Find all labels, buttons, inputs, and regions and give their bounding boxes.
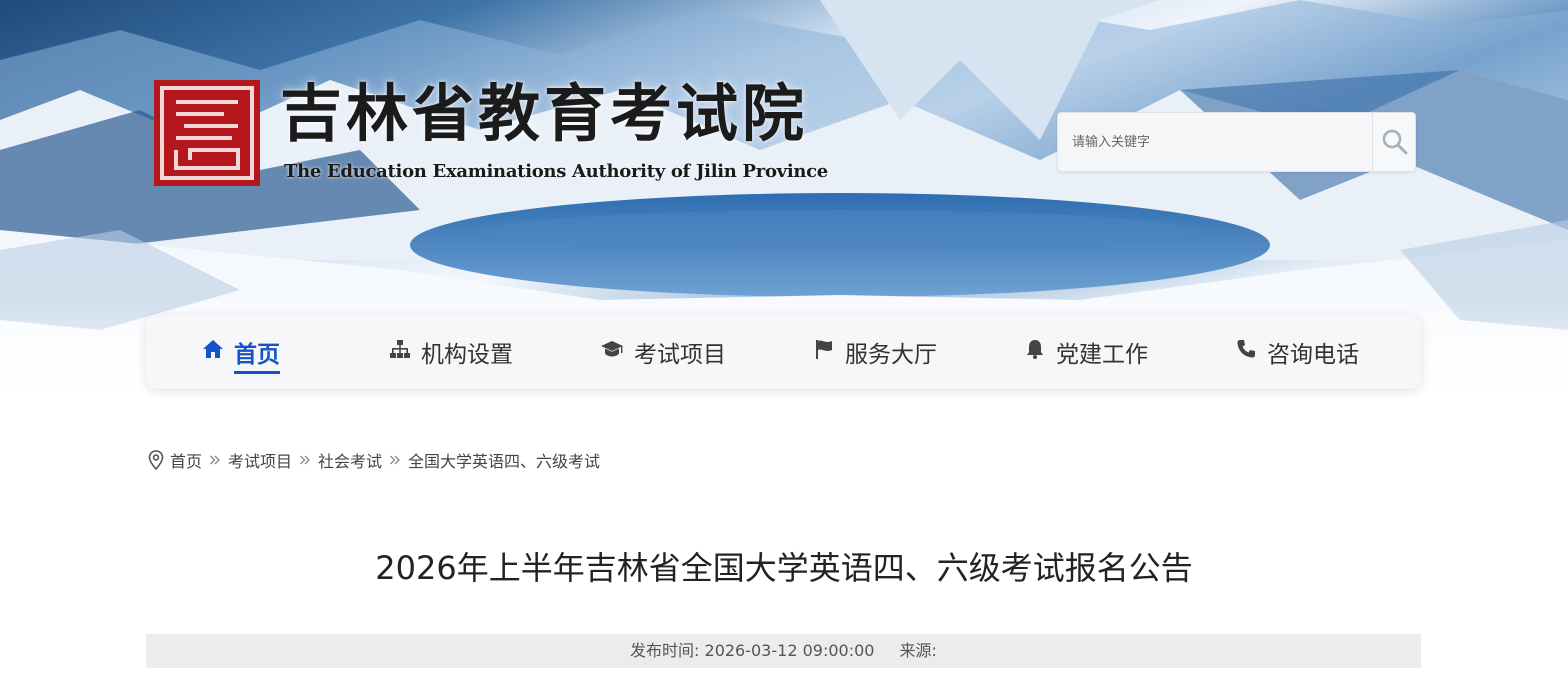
nav-label: 咨询电话 (1267, 342, 1359, 368)
article-title: 2026年上半年吉林省全国大学英语四、六级考试报名公告 (375, 549, 1193, 587)
search-input[interactable] (1058, 113, 1374, 171)
double-chevron-right-icon (389, 454, 401, 466)
site-subtitle: The Education Examinations Authority of … (284, 161, 828, 182)
breadcrumb-exam-projects[interactable]: 考试项目 (228, 448, 292, 472)
nav-item-home[interactable]: 首页 (202, 315, 280, 389)
nav-label: 首页 (234, 335, 280, 374)
site-title: 吉林省教育考试院 (280, 77, 809, 150)
org-chart-icon (389, 338, 421, 366)
nav-label: 党建工作 (1056, 342, 1148, 368)
phone-icon (1235, 338, 1267, 366)
breadcrumb-social-exams[interactable]: 社会考试 (318, 448, 382, 472)
nav-item-party-building[interactable]: 党建工作 (1024, 315, 1148, 389)
article-meta-bar: 发布时间: 2026-03-12 09:00:00 来源: (146, 634, 1421, 668)
logo-seal (154, 80, 260, 186)
article-source: 来源: (899, 641, 937, 660)
nav-item-service-hall[interactable]: 服务大厅 (813, 315, 937, 389)
nav-label: 考试项目 (634, 342, 726, 368)
search-button[interactable] (1372, 113, 1415, 171)
search-box (1057, 112, 1416, 172)
flag-icon (813, 338, 845, 366)
home-icon (202, 338, 234, 366)
nav-item-organization[interactable]: 机构设置 (389, 315, 513, 389)
nav-label: 机构设置 (421, 342, 513, 368)
breadcrumb-cet[interactable]: 全国大学英语四、六级考试 (408, 448, 600, 472)
publish-time: 发布时间: 2026-03-12 09:00:00 (630, 641, 875, 660)
breadcrumb-home[interactable]: 首页 (170, 448, 202, 472)
breadcrumb: 首页 考试项目 社会考试 全国大学英语四、六级考试 (148, 448, 600, 472)
logo-seal-glyph (160, 86, 254, 180)
location-pin-icon (148, 450, 164, 470)
graduation-cap-icon (600, 338, 634, 366)
bell-icon (1024, 338, 1056, 366)
nav-item-hotline[interactable]: 咨询电话 (1235, 315, 1359, 389)
nav-item-exam-projects[interactable]: 考试项目 (600, 315, 726, 389)
main-nav: 首页 机构设置 考试项目 服务大厅 党建工作 咨询电话 (146, 315, 1421, 389)
nav-label: 服务大厅 (845, 342, 937, 368)
double-chevron-right-icon (299, 454, 311, 466)
double-chevron-right-icon (209, 454, 221, 466)
